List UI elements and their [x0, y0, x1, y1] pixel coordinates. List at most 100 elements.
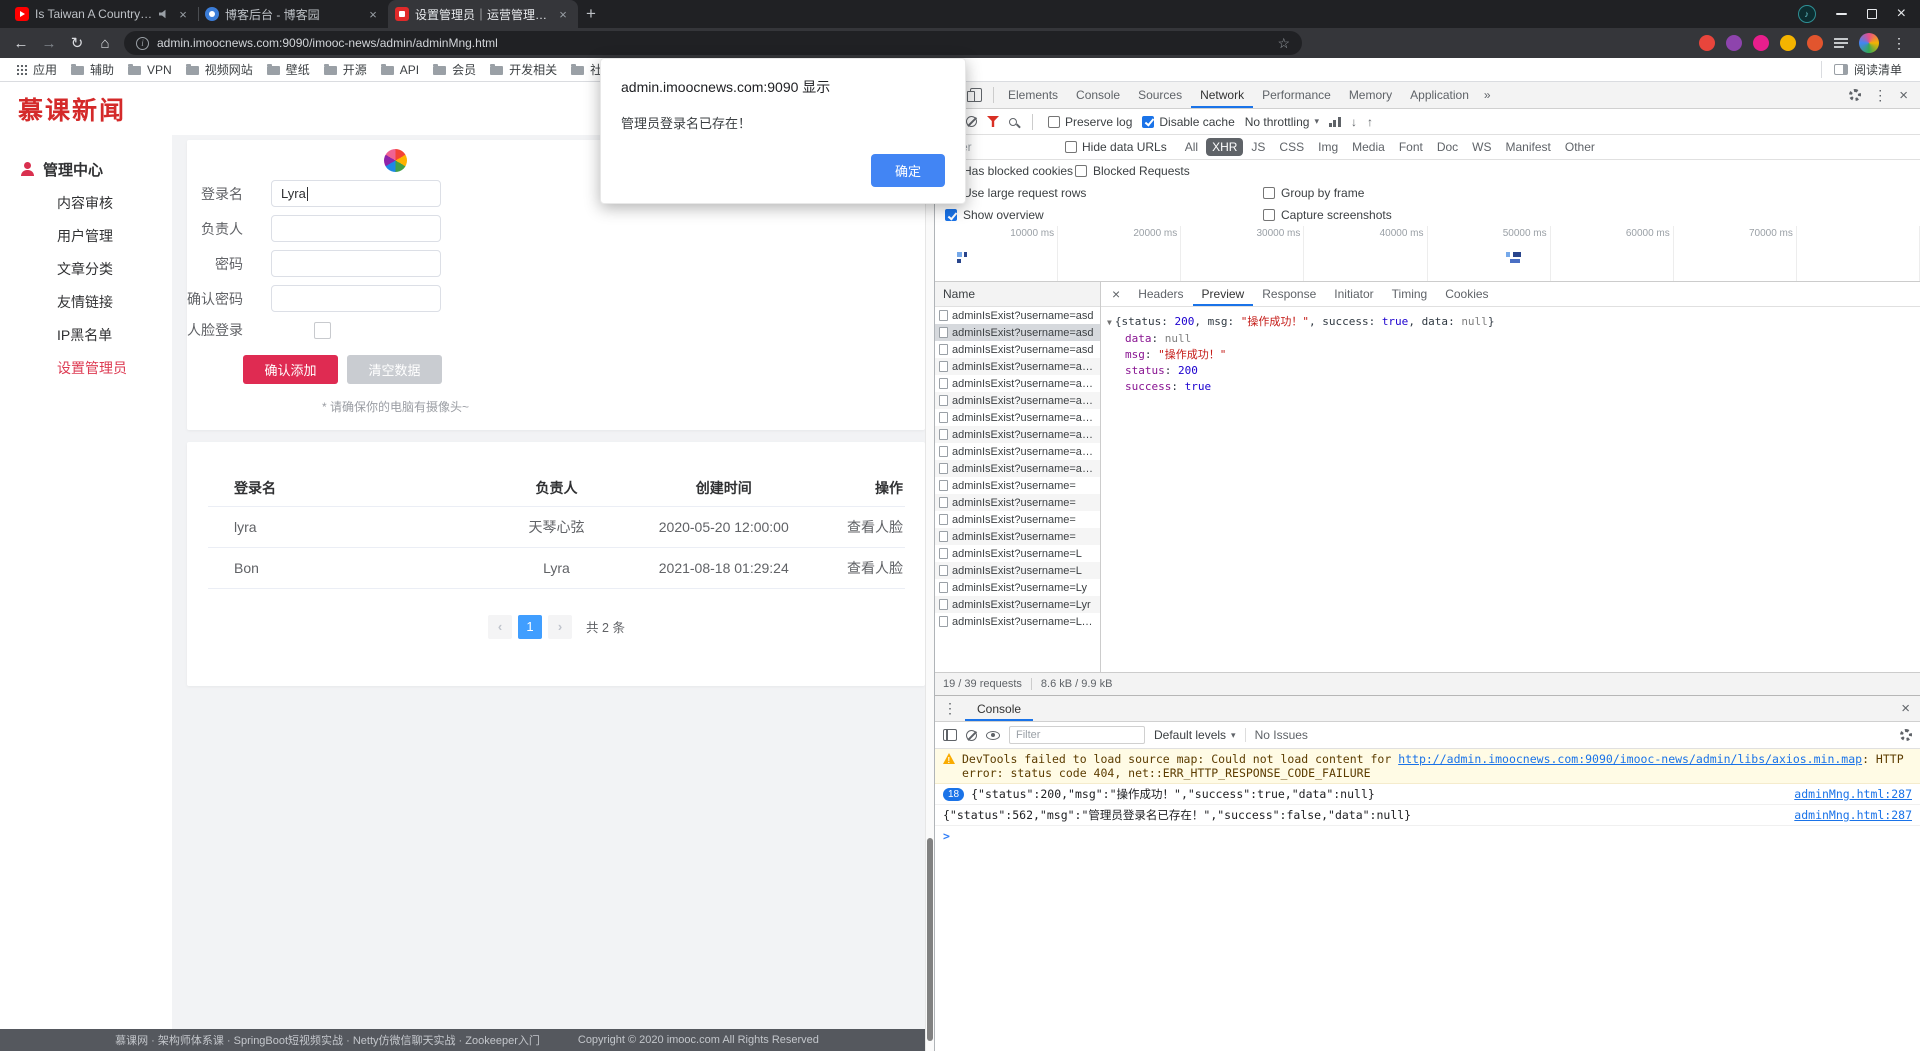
bookmark-item[interactable]: VPN: [121, 61, 179, 79]
reload-icon[interactable]: ↻: [64, 30, 90, 56]
prev-page-button[interactable]: [488, 614, 513, 639]
network-conditions-icon[interactable]: [1328, 116, 1341, 127]
new-tab-button[interactable]: [578, 1, 604, 27]
page-scrollbar[interactable]: [925, 82, 934, 1051]
extension-icon[interactable]: [1726, 35, 1742, 51]
detail-tab-cookies[interactable]: Cookies: [1436, 282, 1497, 306]
current-page-button[interactable]: 1: [518, 614, 543, 639]
detail-tab-headers[interactable]: Headers: [1129, 282, 1192, 306]
source-link[interactable]: adminMng.html:287: [1794, 808, 1912, 822]
site-info-icon[interactable]: [136, 36, 149, 50]
devtools-close-icon[interactable]: [1899, 87, 1908, 104]
tab-network[interactable]: Network: [1191, 82, 1253, 108]
clear-console-icon[interactable]: [966, 729, 977, 741]
tab-audio-icon[interactable]: [159, 9, 166, 19]
reading-mode-icon[interactable]: [1834, 37, 1848, 49]
detail-tab-initiator[interactable]: Initiator: [1325, 282, 1382, 306]
tab-close-icon[interactable]: [365, 6, 381, 22]
preserve-log-toggle[interactable]: Preserve log: [1048, 115, 1132, 129]
tab-memory[interactable]: Memory: [1340, 82, 1401, 108]
resource-filter-js[interactable]: JS: [1245, 138, 1271, 156]
console-prompt[interactable]: [935, 826, 1920, 846]
reading-list-button[interactable]: 阅读清单: [1820, 61, 1910, 78]
name-column-header[interactable]: Name: [935, 282, 1100, 307]
face-login-checkbox[interactable]: [314, 321, 331, 339]
filter-funnel-icon[interactable]: [987, 116, 999, 127]
resource-filter-font[interactable]: Font: [1393, 138, 1429, 156]
disable-cache-toggle[interactable]: Disable cache: [1142, 115, 1235, 129]
request-row[interactable]: adminIsExist?username=asdsd: [935, 358, 1100, 375]
media-controls-icon[interactable]: [1797, 5, 1816, 23]
detail-tab-response[interactable]: Response: [1253, 282, 1325, 306]
extension-icon[interactable]: [1753, 35, 1769, 51]
sidebar-item[interactable]: 内容审核: [0, 187, 172, 220]
resource-filter-xhr[interactable]: XHR: [1206, 138, 1244, 156]
password-input[interactable]: [271, 250, 441, 277]
request-row[interactable]: adminIsExist?username=asdsd: [935, 443, 1100, 460]
browser-tab[interactable]: 设置管理员｜运营管理平...: [388, 0, 578, 28]
login-name-input[interactable]: Lyra: [271, 180, 441, 207]
detail-tab-preview[interactable]: Preview: [1193, 282, 1254, 306]
tab-console[interactable]: Console: [965, 696, 1033, 721]
window-close-button[interactable]: [1897, 5, 1906, 23]
request-row[interactable]: adminIsExist?username=asd: [935, 324, 1100, 341]
request-row[interactable]: adminIsExist?username=Lyra: [935, 613, 1100, 630]
source-map-link[interactable]: http://admin.imoocnews.com:9090/imooc-ne…: [1398, 752, 1862, 766]
source-link[interactable]: adminMng.html:287: [1794, 787, 1912, 801]
tab-performance[interactable]: Performance: [1253, 82, 1340, 108]
large-rows-toggle[interactable]: Use large request rows: [945, 186, 1263, 200]
network-overview-timeline[interactable]: 10000 ms 20000 ms 30000 ms 40000 ms 50000 ms…: [935, 226, 1920, 282]
bookmark-item[interactable]: 辅助: [64, 59, 121, 80]
bookmark-item[interactable]: 开源: [317, 59, 374, 80]
tab-sources[interactable]: Sources: [1129, 82, 1191, 108]
bookmark-item[interactable]: 应用: [10, 59, 64, 80]
bookmark-item[interactable]: 视频网站: [179, 59, 260, 80]
forward-icon[interactable]: →: [36, 30, 62, 56]
show-overview-toggle[interactable]: Show overview: [945, 208, 1263, 222]
alert-ok-button[interactable]: 确定: [870, 154, 945, 187]
tab-application[interactable]: Application: [1401, 82, 1478, 108]
blocked-requests-checkbox[interactable]: [1075, 165, 1087, 177]
throttling-dropdown[interactable]: No throttling: [1245, 115, 1319, 129]
request-row[interactable]: adminIsExist?username=Ly: [935, 579, 1100, 596]
console-sidebar-icon[interactable]: [943, 729, 957, 741]
live-expression-icon[interactable]: [986, 730, 1000, 740]
search-icon[interactable]: [1009, 117, 1017, 126]
preserve-log-checkbox[interactable]: [1048, 115, 1060, 128]
view-face-link[interactable]: 查看人脸: [847, 519, 903, 535]
request-row[interactable]: adminIsExist?username=L: [935, 545, 1100, 562]
maximize-button[interactable]: [1866, 9, 1877, 19]
extension-icon[interactable]: [1780, 35, 1796, 51]
browser-tab[interactable]: 博客后台 - 博客园: [198, 0, 388, 28]
request-row[interactable]: adminIsExist?username=L: [935, 562, 1100, 579]
request-row[interactable]: adminIsExist?username=: [935, 511, 1100, 528]
tab-close-icon[interactable]: [555, 6, 571, 22]
bookmark-item[interactable]: 开发相关: [483, 59, 564, 80]
request-row[interactable]: adminIsExist?username=asdsd: [935, 375, 1100, 392]
request-row[interactable]: adminIsExist?username=: [935, 477, 1100, 494]
resource-filter-all[interactable]: All: [1179, 138, 1204, 156]
extension-icon[interactable]: [1699, 35, 1715, 51]
request-row[interactable]: adminIsExist?username=asdsd: [935, 426, 1100, 443]
console-close-icon[interactable]: [1891, 700, 1920, 717]
import-har-icon[interactable]: ↓: [1351, 115, 1357, 129]
hide-data-urls-checkbox[interactable]: [1065, 141, 1077, 153]
confirm-password-input[interactable]: [271, 285, 441, 312]
url-text[interactable]: admin.imoocnews.com:9090/imooc-news/admi…: [157, 36, 1269, 50]
scrollbar-thumb[interactable]: [927, 837, 933, 1042]
profile-avatar[interactable]: [1859, 33, 1879, 53]
expand-triangle-icon[interactable]: [1107, 318, 1112, 327]
log-levels-dropdown[interactable]: Default levels: [1154, 728, 1236, 742]
request-row[interactable]: adminIsExist?username=: [935, 528, 1100, 545]
address-bar[interactable]: admin.imoocnews.com:9090/imooc-news/admi…: [124, 31, 1302, 55]
bookmark-star-icon[interactable]: [1277, 35, 1290, 52]
bookmark-item[interactable]: API: [374, 61, 426, 79]
home-icon[interactable]: ⌂: [92, 30, 118, 56]
minimize-button[interactable]: [1835, 13, 1847, 15]
console-settings-icon[interactable]: [1900, 729, 1912, 741]
request-row[interactable]: adminIsExist?username=asdsd: [935, 392, 1100, 409]
blocked-requests-toggle[interactable]: Blocked Requests: [1075, 164, 1190, 178]
sidebar-item[interactable]: 用户管理: [0, 220, 172, 253]
group-by-frame-toggle[interactable]: Group by frame: [1263, 186, 1364, 200]
request-row[interactable]: adminIsExist?username=asd: [935, 341, 1100, 358]
